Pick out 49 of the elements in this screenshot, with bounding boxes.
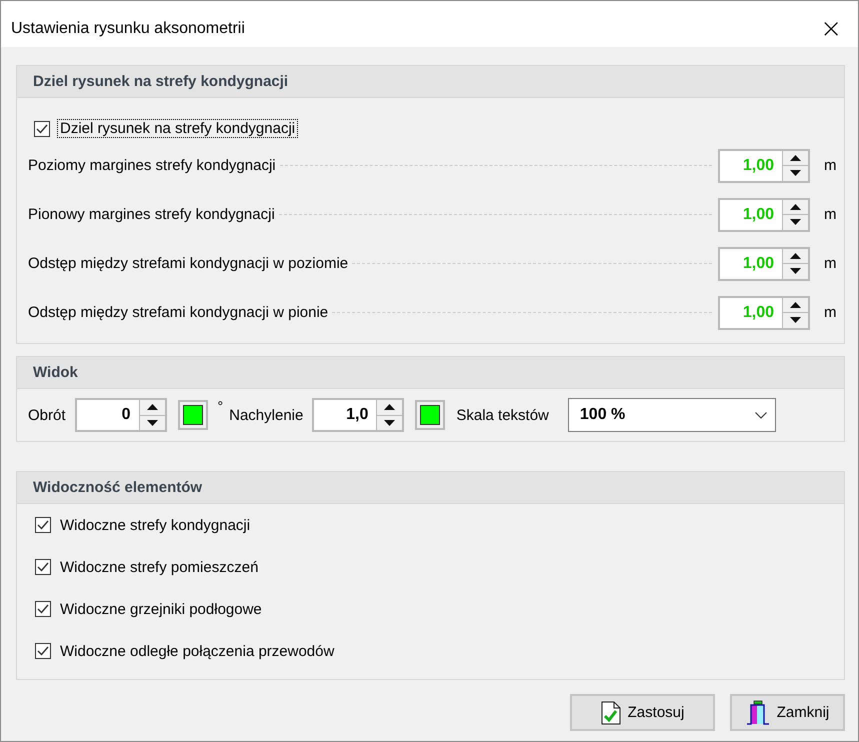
group-title: Dziel rysunek na strefy kondygnacji [33, 73, 288, 90]
field-label: Poziomy margines strefy kondygnacji [28, 157, 276, 174]
triangle-up-icon [146, 404, 158, 410]
triangle-up-icon [790, 252, 801, 259]
number-field[interactable]: 0 [74, 398, 167, 432]
checkbox-label[interactable]: Widoczne strefy pomieszczeń [60, 558, 258, 576]
checkbox-label[interactable]: Widoczne grzejniki podłogowe [60, 600, 262, 618]
dropdown[interactable]: 100 % [568, 398, 776, 432]
group-title: Widoczność elementów [33, 479, 202, 496]
field-label: Skala tekstów [456, 406, 549, 424]
checkbox[interactable] [35, 643, 51, 659]
triangle-down-icon [384, 420, 396, 426]
apply-button[interactable]: Zastosuj [570, 694, 715, 731]
triangle-up-icon [384, 404, 396, 410]
document-check-icon [600, 700, 621, 724]
triangle-down-icon [790, 268, 801, 274]
checkbox[interactable] [34, 120, 50, 136]
door-icon [746, 700, 770, 726]
triangle-down-icon [146, 420, 158, 426]
color-swatch[interactable] [415, 400, 446, 430]
checkbox[interactable] [35, 601, 51, 617]
triangle-up-icon [790, 204, 801, 210]
close-button[interactable]: Zamknij [730, 694, 845, 731]
field-label: Odstęp między strefami kondygnacji w poziomie [28, 255, 348, 272]
unit-label: ° [218, 398, 224, 414]
checkbox-label[interactable]: Dziel rysunek na strefy kondygnacji [58, 120, 298, 137]
field-label: Odstęp między strefami kondygnacji w pionie [28, 304, 328, 321]
triangle-up-icon [790, 154, 801, 161]
triangle-down-icon [790, 219, 801, 226]
checkbox-label[interactable]: Widoczne odległe połączenia przewodów [60, 642, 334, 660]
checkbox-label[interactable]: Widoczne strefy kondygnacji [60, 516, 250, 534]
checkbox[interactable] [35, 559, 51, 575]
triangle-down-icon [790, 317, 801, 324]
window-title: Ustawienia rysunku aksonometrii [11, 20, 245, 38]
group-title: Widok [33, 364, 78, 381]
triangle-down-icon [790, 170, 801, 176]
triangle-up-icon [790, 302, 801, 308]
number-field[interactable]: 1,0 [312, 398, 404, 432]
unit-label: m [824, 304, 836, 321]
color-swatch[interactable] [178, 400, 208, 430]
field-label: Obrót [28, 406, 66, 424]
unit-label: m [824, 206, 836, 223]
field-label: Pionowy margines strefy kondygnacji [28, 206, 275, 223]
chevron-down-icon [754, 412, 767, 418]
close-button[interactable]: × [814, 16, 848, 42]
checkbox[interactable] [35, 517, 51, 533]
unit-label: m [824, 157, 836, 174]
unit-label: m [824, 255, 836, 272]
field-label: Nachylenie [229, 406, 304, 424]
